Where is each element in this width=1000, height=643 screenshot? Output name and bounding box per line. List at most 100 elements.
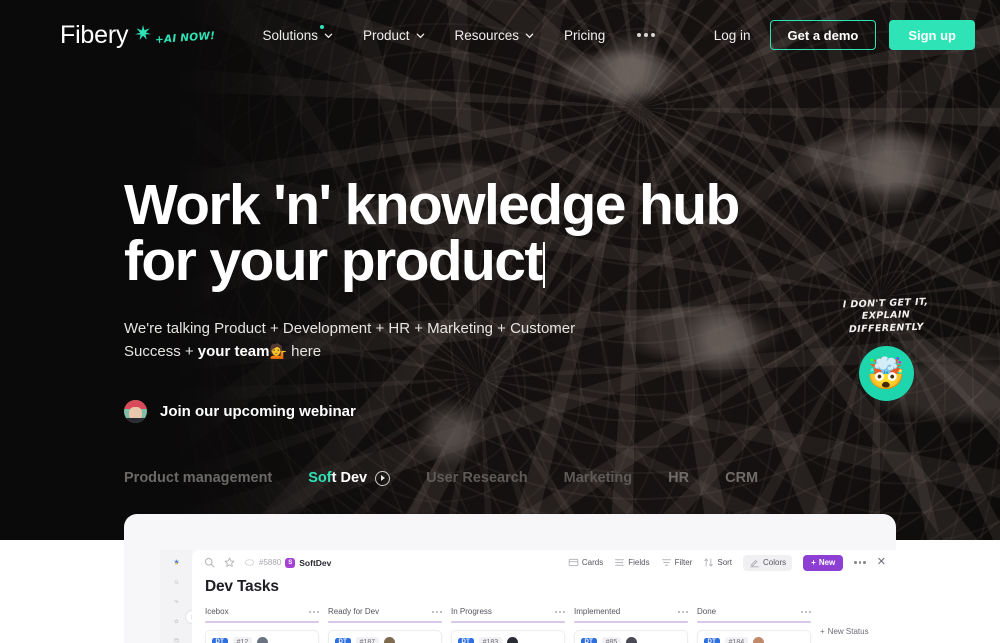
tab-soft-dev[interactable]: Soft Dev (308, 470, 391, 486)
activity-icon[interactable] (170, 599, 183, 604)
brand-name: Fibery (60, 20, 129, 49)
webinar-link[interactable]: Join our upcoming webinar (124, 400, 739, 424)
star-icon[interactable] (170, 619, 183, 624)
more-menu-icon[interactable] (635, 29, 657, 41)
card-number: #187 (355, 637, 380, 643)
headline-line-2: for your product (124, 228, 543, 293)
column-menu-icon[interactable] (555, 610, 565, 613)
card-type-badge: DT (581, 637, 597, 643)
card-type-badge: DT (458, 637, 474, 643)
column-title: In Progress (451, 607, 492, 616)
nav-item-solutions-label: Solutions (262, 27, 318, 43)
avatar (753, 636, 765, 643)
filter-icon (661, 559, 671, 566)
kanban-card[interactable]: DT #184 (697, 629, 811, 643)
column-menu-icon[interactable] (432, 610, 442, 613)
app-toolbar-actions: Cards Fields Filter Sort Colors + New ✕ (568, 554, 886, 571)
avatar (626, 636, 638, 643)
kanban-card[interactable]: DT #12 (205, 629, 319, 643)
chevron-down-icon (416, 33, 424, 38)
panel-icon[interactable] (170, 638, 183, 643)
column-rule (451, 621, 565, 623)
cards-button[interactable]: Cards (568, 557, 603, 568)
tab-hr[interactable]: HR (668, 470, 689, 486)
kanban-column-in-progress: In Progress DT #183 (451, 607, 565, 643)
feedback-sticker[interactable]: I don't get it, explain differently 🤯 (826, 296, 945, 402)
close-icon[interactable]: ✕ (877, 557, 886, 568)
webinar-label: Join our upcoming webinar (160, 403, 356, 421)
get-a-demo-button[interactable]: Get a demo (769, 20, 877, 50)
card-number: #85 (601, 637, 622, 643)
column-rule (205, 621, 319, 623)
nav-item-solutions[interactable]: Solutions (262, 24, 333, 43)
kanban-column-done: Done DT #184 (697, 607, 811, 643)
nav-item-resources-label: Resources (454, 27, 520, 43)
play-icon[interactable] (375, 470, 391, 486)
breadcrumb[interactable]: #5880 S SoftDev (244, 557, 331, 568)
add-status-label: New Status (827, 626, 869, 636)
tab-crm[interactable]: CRM (725, 470, 758, 486)
filter-button[interactable]: Filter (661, 557, 693, 568)
nav-item-pricing[interactable]: Pricing (564, 28, 605, 43)
card-type-badge: DT (212, 637, 228, 643)
sort-icon (704, 558, 714, 567)
column-title: Icebox (205, 607, 229, 616)
chevron-down-icon (324, 33, 333, 38)
column-title: Implemented (574, 607, 621, 616)
tab-product-management[interactable]: Product management (124, 470, 272, 486)
avatar (124, 400, 147, 424)
new-button[interactable]: + New (803, 554, 844, 571)
exploding-head-emoji: 🤯 (858, 346, 914, 402)
nav-badge-dot (319, 24, 324, 29)
nav-item-product[interactable]: Product (363, 28, 425, 43)
sort-button[interactable]: Sort (703, 557, 732, 568)
sticker-line-1: I don't get it, (842, 296, 929, 311)
app-sidebar-rail: › (160, 550, 199, 643)
filter-label: Filter (674, 558, 693, 567)
top-navigation: Fibery +AI NOW! Solutions Product Resour… (0, 0, 1000, 70)
sticker-text: I don't get it, explain differently (826, 296, 945, 337)
subhead-text-start: We're talking Product + Development + HR… (124, 319, 576, 360)
kanban-card[interactable]: DT #187 (328, 629, 442, 643)
search-icon[interactable] (204, 557, 215, 568)
text-cursor (542, 241, 545, 288)
fields-button[interactable]: Fields (614, 557, 650, 568)
fibery-logo-icon[interactable] (168, 559, 185, 565)
fields-label: Fields (628, 558, 650, 567)
kanban-column-icebox: Icebox DT #12 (205, 607, 319, 643)
card-number: #183 (478, 637, 503, 643)
sort-label: Sort (717, 558, 733, 567)
nav-item-resources[interactable]: Resources (455, 28, 535, 43)
kanban-card[interactable]: DT #183 (451, 629, 565, 643)
brand-logo[interactable]: Fibery +AI NOW! (60, 20, 216, 49)
nav-links: Solutions Product Resources Pricing (262, 24, 657, 43)
app-main-area: #5880 S SoftDev Cards Fields Filter Sort… (192, 550, 896, 643)
search-icon[interactable] (170, 580, 183, 585)
hero-content: Work 'n' knowledge hub for your product … (124, 177, 740, 424)
column-rule (574, 621, 688, 623)
space-chip-icon: S (285, 557, 296, 568)
colors-button[interactable]: Colors (743, 554, 793, 571)
kanban-card[interactable]: DT #85 (574, 629, 688, 643)
app-preview-panel: › #5880 S SoftDev Cards (124, 514, 896, 643)
board-title: Dev Tasks (205, 578, 279, 595)
subhead-emphasis: your team (197, 342, 270, 360)
tab-user-research[interactable]: User Research (426, 470, 528, 486)
kanban-column-implemented: Implemented DT #85 (574, 607, 688, 643)
nav-item-product-label: Product (362, 27, 410, 43)
add-status-button[interactable]: + New Status (820, 607, 869, 643)
app-preview-body: › #5880 S SoftDev Cards (160, 550, 896, 643)
more-options-icon[interactable] (854, 561, 866, 564)
colors-icon (750, 559, 759, 568)
star-icon[interactable] (224, 557, 235, 568)
column-menu-icon[interactable] (309, 610, 319, 613)
tab-soft-dev-progress: Sof (308, 470, 332, 486)
person-emoji: 💁 (269, 342, 287, 359)
login-link[interactable]: Log in (714, 28, 751, 43)
column-menu-icon[interactable] (801, 610, 811, 613)
sign-up-button[interactable]: Sign up (889, 20, 975, 50)
column-menu-icon[interactable] (678, 610, 688, 613)
nav-item-pricing-label: Pricing (564, 27, 606, 43)
avatar (257, 636, 269, 643)
tab-marketing[interactable]: Marketing (564, 470, 633, 486)
